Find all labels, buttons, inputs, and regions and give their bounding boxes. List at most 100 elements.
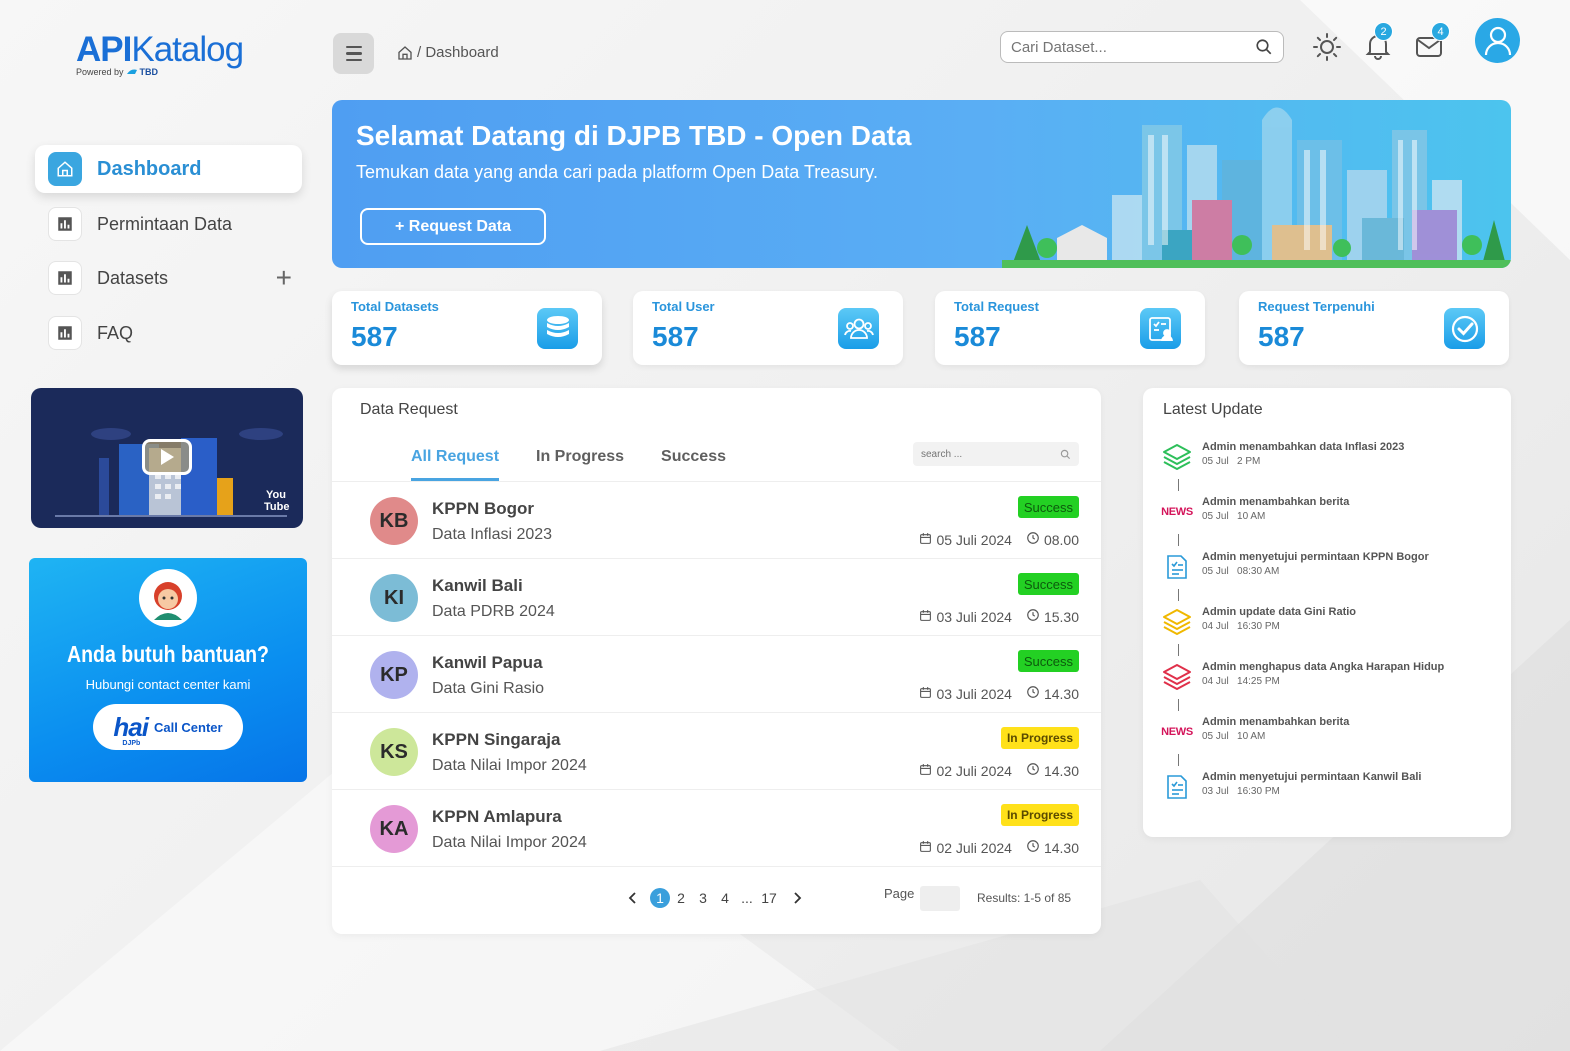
tab-in-progress[interactable]: In Progress [536, 448, 624, 481]
stat-card-total-datasets[interactable]: Total Datasets 587 [332, 291, 602, 365]
sidebar-item-permintaan-data[interactable]: Permintaan Data [35, 200, 302, 248]
requester-name: Kanwil Bali [432, 576, 523, 595]
messages-button[interactable]: 4 [1412, 22, 1450, 62]
request-date: 02 Juli 2024 [936, 839, 1012, 856]
update-item[interactable]: Admin menyetujui permintaan Kanwil Bali 0… [1161, 770, 1491, 810]
breadcrumb-current: / Dashboard [417, 44, 499, 61]
request-time: 14.30 [1043, 762, 1079, 779]
table-row[interactable]: KA KPPN Amlapura Data Nilai Impor 2024 In P… [332, 789, 1101, 866]
page-4[interactable]: 4 [714, 888, 736, 908]
status-badge: In Progress [1000, 804, 1079, 826]
timeline-connector [1178, 644, 1179, 656]
banner-title: Selamat Datang di DJPB TBD - Open Data [356, 120, 912, 151]
timeline-connector [1178, 479, 1179, 491]
partner-name: TBD [139, 67, 159, 77]
update-date-text: 04 Jul [1202, 621, 1229, 632]
calendar-icon [919, 609, 932, 625]
stat-label: Total User [652, 299, 715, 314]
page-label: Page [884, 886, 915, 901]
stat-card-request-terpenuhi[interactable]: Request Terpenuhi 587 [1239, 291, 1509, 365]
update-time: 03 Jul 16:30 PM [1202, 786, 1280, 797]
status-badge: Success [1017, 573, 1079, 595]
dataset-name: Data Inflasi 2023 [432, 526, 553, 543]
page-number-input[interactable] [920, 886, 960, 911]
prev-page-icon[interactable] [622, 888, 644, 908]
search-icon[interactable] [1255, 38, 1273, 56]
table-row[interactable]: KI Kanwil Bali Data PDRB 2024 Success 03 Jul… [332, 558, 1101, 635]
update-date-text: 05 Jul [1202, 731, 1229, 742]
video-thumbnail[interactable]: You Tube [31, 388, 303, 528]
sidebar-item-label: Permintaan Data [97, 213, 233, 234]
home-icon[interactable] [397, 45, 413, 61]
page-17[interactable]: 17 [758, 888, 780, 908]
update-time-text: 2 PM [1237, 456, 1261, 467]
document-check-icon [1161, 552, 1193, 582]
next-page-icon[interactable] [786, 888, 808, 908]
update-time: 05 Jul 10 AM [1202, 731, 1265, 742]
stat-card-total-request[interactable]: Total Request 587 [935, 291, 1205, 365]
dataset-search-input[interactable] [1011, 38, 1255, 56]
page-2[interactable]: 2 [670, 888, 692, 908]
request-datetime: 02 Juli 2024 14.30 [919, 839, 1079, 856]
sidebar-item-dashboard[interactable]: Dashboard [35, 145, 302, 193]
user-avatar-button[interactable] [1475, 18, 1520, 63]
update-text: Admin menambahkan berita [1202, 496, 1350, 508]
request-time: 08.00 [1043, 531, 1079, 548]
calendar-icon [919, 763, 932, 779]
clock-icon [1026, 608, 1040, 625]
table-row[interactable]: KS KPPN Singaraja Data Nilai Impor 2024 In … [332, 712, 1101, 789]
theme-toggle-button[interactable] [1310, 30, 1344, 64]
sidebar-item-label: Datasets [97, 267, 169, 288]
tab-success[interactable]: Success [661, 448, 726, 481]
latest-update-panel: Latest Update Admin menambahkan data Inf… [1143, 388, 1511, 837]
app-logo[interactable]: APIKatalog Powered by TBD [76, 30, 244, 77]
sidebar-item-faq[interactable]: FAQ [35, 309, 302, 357]
hamburger-menu-button[interactable] [333, 33, 374, 74]
powered-by-label: Powered by [76, 67, 124, 77]
notifications-button[interactable]: 2 [1362, 22, 1394, 62]
layers-green-icon [1161, 442, 1193, 472]
request-date: 02 Juli 2024 [936, 762, 1012, 779]
stat-card-total-user[interactable]: Total User 587 [633, 291, 903, 365]
sidebar-item-label: FAQ [97, 322, 134, 343]
bar-chart-icon [48, 207, 82, 241]
request-data-button[interactable]: + Request Data [360, 208, 546, 245]
stat-value: 587 [652, 321, 699, 352]
update-time-text: 16:30 PM [1237, 786, 1280, 797]
expand-plus-icon[interactable]: + [276, 264, 292, 292]
request-search-input[interactable] [921, 448, 1060, 460]
update-item[interactable]: NEWS Admin menambahkan berita 05 Jul 10 AM [1161, 715, 1491, 755]
update-item[interactable]: Admin menambahkan data Inflasi 2023 05 Ju… [1161, 440, 1491, 480]
search-icon[interactable] [1060, 449, 1071, 460]
call-center-label: Call Center [153, 719, 223, 735]
update-time-text: 08:30 AM [1237, 566, 1280, 577]
panel-title: Latest Update [1163, 401, 1263, 418]
page-3[interactable]: 3 [692, 888, 714, 908]
call-center-button[interactable]: hai DJPb Call Center [93, 704, 243, 750]
row-divider [332, 866, 1101, 867]
stat-label: Total Request [954, 299, 1039, 314]
update-text: Admin menambahkan data Inflasi 2023 [1202, 441, 1405, 453]
calendar-icon [919, 840, 932, 856]
sidebar-item-datasets[interactable]: Datasets + [35, 254, 302, 302]
update-item[interactable]: Admin update data Gini Ratio 04 Jul 16:30… [1161, 605, 1491, 645]
page-1[interactable]: 1 [650, 888, 670, 908]
request-tabs: All Request In Progress Success [411, 448, 763, 481]
city-skyline-illustration [1002, 107, 1511, 268]
clock-icon [1026, 762, 1040, 779]
update-item[interactable]: Admin menyetujui permintaan KPPN Bogor 05… [1161, 550, 1491, 590]
tab-all-request[interactable]: All Request [411, 448, 500, 481]
update-date-text: 05 Jul [1202, 566, 1229, 577]
timeline-connector [1178, 754, 1179, 766]
dataset-name: Data Gini Rasio [432, 680, 545, 697]
update-item[interactable]: Admin menghapus data Angka Harapan Hidup… [1161, 660, 1491, 700]
play-icon[interactable] [142, 439, 192, 475]
help-title: Anda butuh bantuan? [66, 641, 269, 667]
table-row[interactable]: KP Kanwil Papua Data Gini Rasio Success 03 J… [332, 635, 1101, 712]
update-item[interactable]: NEWS Admin menambahkan berita 05 Jul 10 AM [1161, 495, 1491, 535]
agent-avatar-icon [139, 569, 197, 627]
table-row[interactable]: KB KPPN Bogor Data Inflasi 2023 Success 05 J… [332, 481, 1101, 558]
layers-yellow-icon [1161, 607, 1193, 637]
stat-value: 587 [351, 321, 398, 352]
update-date-text: 05 Jul [1202, 511, 1229, 522]
